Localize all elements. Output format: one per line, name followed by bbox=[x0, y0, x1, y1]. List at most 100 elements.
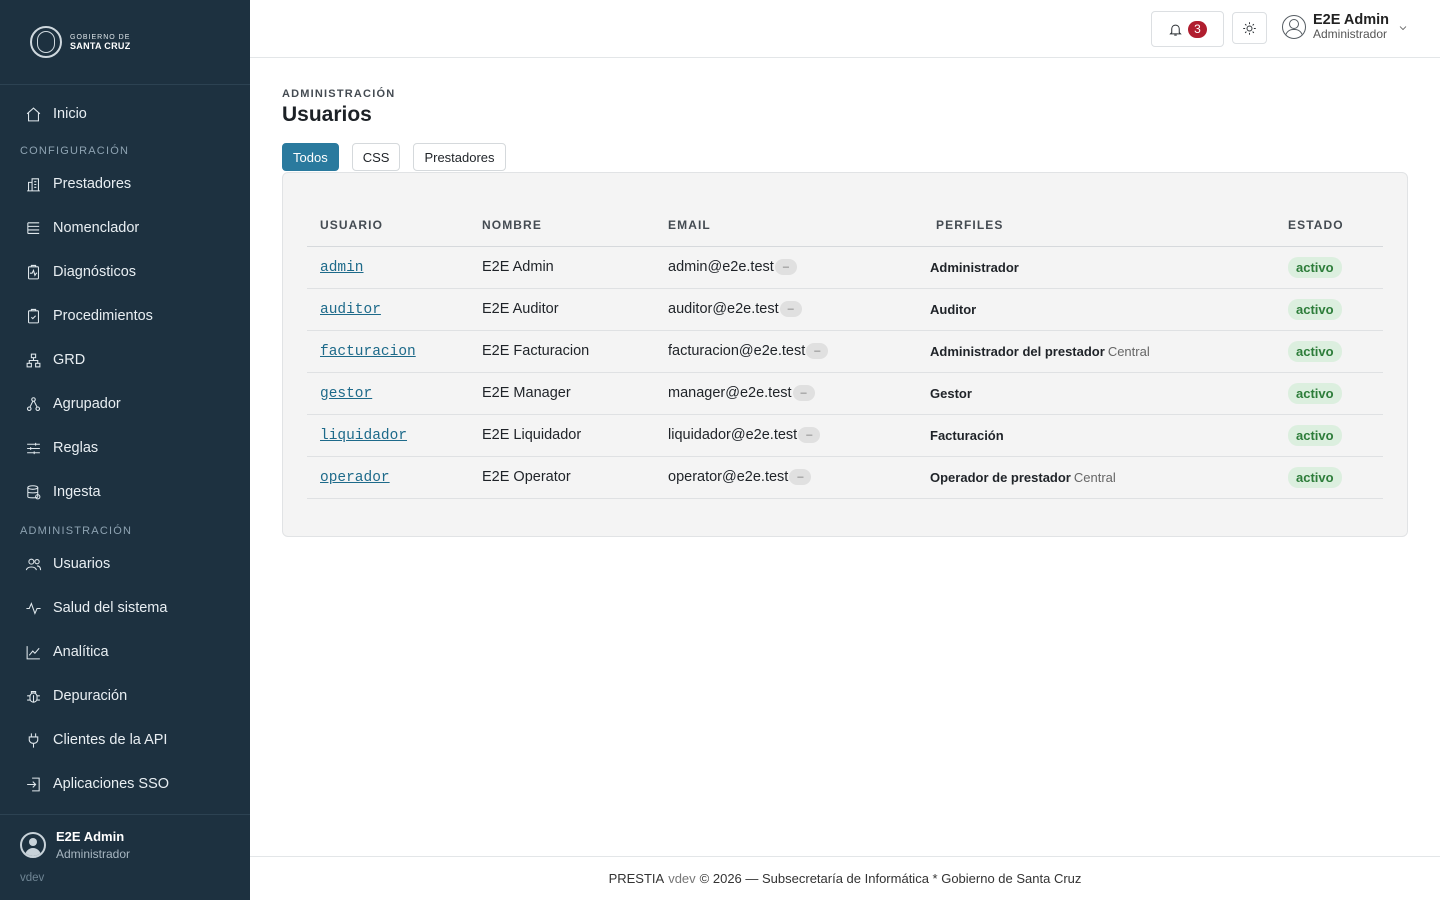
clipboard-check-icon bbox=[24, 307, 42, 325]
sidebar-item-analitica[interactable]: Analítica bbox=[0, 630, 250, 674]
status-badge: activo bbox=[1288, 466, 1342, 488]
sidebar-item-label: Inicio bbox=[53, 106, 87, 122]
seal-icon bbox=[30, 26, 62, 58]
email-badge: – bbox=[774, 259, 797, 276]
col-estado: ESTADO bbox=[1275, 205, 1383, 247]
sidebar-item-clientes-api[interactable]: Clientes de la API bbox=[0, 718, 250, 762]
sidebar-item-prestadores[interactable]: Prestadores bbox=[0, 162, 250, 206]
footer: PRESTIA vdev © 2026 — Subsecretaría de I… bbox=[250, 856, 1440, 900]
sidebar-item-reglas[interactable]: Reglas bbox=[0, 426, 250, 470]
sidebar-item-procedimientos[interactable]: Procedimientos bbox=[0, 294, 250, 338]
filter-prestadores[interactable]: Prestadores bbox=[413, 143, 506, 171]
users-icon bbox=[24, 555, 42, 573]
sidebar-item-label: Reglas bbox=[53, 440, 99, 456]
user-email: admin@e2e.test bbox=[668, 258, 774, 275]
sidebar-item-label: Usuarios bbox=[53, 556, 111, 572]
col-email: EMAIL bbox=[655, 205, 923, 247]
email-badge: – bbox=[789, 469, 812, 486]
sidebar-item-label: Aplicaciones SSO bbox=[53, 776, 170, 792]
user-link[interactable]: operador bbox=[320, 470, 390, 486]
building-icon bbox=[24, 175, 42, 193]
avatar bbox=[1282, 15, 1306, 39]
line-chart-icon bbox=[24, 643, 42, 661]
sidebar-item-label: Depuración bbox=[53, 688, 128, 704]
chevron-down-icon bbox=[1397, 21, 1409, 33]
sidebar-item-label: Clientes de la API bbox=[53, 732, 168, 748]
sidebar-item-depuracion[interactable]: Depuración bbox=[0, 674, 250, 718]
sidebar-item-grd[interactable]: GRD bbox=[0, 338, 250, 382]
status-badge: activo bbox=[1288, 340, 1342, 362]
status-badge: activo bbox=[1288, 424, 1342, 446]
table-row: liquidador E2E Liquidador liquidador@e2e… bbox=[307, 414, 1383, 457]
sidebar-item-label: Diagnósticos bbox=[53, 264, 137, 280]
user-name: E2E Liquidador bbox=[469, 414, 655, 457]
notifications-button[interactable]: 3 bbox=[1151, 11, 1224, 47]
profile-name: Administrador bbox=[930, 259, 1019, 275]
bell-icon bbox=[1169, 24, 1182, 36]
filter-css[interactable]: CSS bbox=[351, 143, 401, 171]
bug-icon bbox=[24, 687, 42, 705]
topbar: 3 E2E Admin Administrador bbox=[250, 0, 1440, 58]
user-link[interactable]: auditor bbox=[320, 302, 381, 318]
user-email: auditor@e2e.test bbox=[668, 300, 779, 317]
user-email: manager@e2e.test bbox=[668, 384, 792, 401]
filter-todos[interactable]: Todos bbox=[282, 143, 339, 171]
header-user-name: E2E Admin bbox=[1313, 12, 1390, 28]
table-row: admin E2E Admin admin@e2e.test – Administ… bbox=[307, 246, 1383, 289]
sidebar-item-label: Procedimientos bbox=[53, 308, 153, 324]
sidebar-item-label: Salud del sistema bbox=[53, 600, 168, 616]
table-row: auditor E2E Auditor auditor@e2e.test – Au… bbox=[307, 288, 1383, 331]
profile-name: Auditor bbox=[930, 301, 977, 317]
user-email: liquidador@e2e.test bbox=[668, 426, 798, 443]
profile-scope: Central bbox=[1107, 343, 1150, 359]
activity-icon bbox=[24, 599, 42, 617]
sidebar-item-diagnosticos[interactable]: Diagnósticos bbox=[0, 250, 250, 294]
theme-toggle-button[interactable] bbox=[1232, 12, 1267, 44]
users-card: USUARIO NOMBRE EMAIL PERFILES ESTADO adm… bbox=[282, 172, 1408, 537]
sidebar-item-salud[interactable]: Salud del sistema bbox=[0, 586, 250, 630]
sidebar-item-label: GRD bbox=[53, 352, 86, 368]
col-nombre: NOMBRE bbox=[469, 205, 655, 247]
sidebar-item-nomenclador[interactable]: Nomenclador bbox=[0, 206, 250, 250]
sidebar-item-ingesta[interactable]: Ingesta bbox=[0, 470, 250, 514]
user-link[interactable]: gestor bbox=[320, 386, 372, 402]
sidebar-item-label: Analítica bbox=[53, 644, 109, 660]
sidebar-user-name: E2E Admin bbox=[56, 829, 125, 844]
status-badge: activo bbox=[1288, 382, 1342, 404]
main-content: ADMINISTRACIÓN Usuarios Todos CSS Presta… bbox=[282, 58, 1408, 537]
sliders-icon bbox=[24, 439, 42, 457]
user-email: facturacion@e2e.test bbox=[668, 342, 806, 359]
col-perfiles: PERFILES bbox=[923, 205, 1275, 247]
user-link[interactable]: admin bbox=[320, 260, 364, 276]
sidebar-item-label: Ingesta bbox=[53, 484, 101, 500]
sidebar-item-label: Agrupador bbox=[53, 396, 121, 412]
profile-name: Gestor bbox=[930, 385, 972, 401]
status-badge: activo bbox=[1288, 298, 1342, 320]
database-icon bbox=[24, 483, 42, 501]
table-row: gestor E2E Manager manager@e2e.test – Ges… bbox=[307, 372, 1383, 415]
sidebar-item-label: Prestadores bbox=[53, 176, 132, 192]
brand-line2: SANTA CRUZ bbox=[70, 41, 131, 51]
user-link[interactable]: facturacion bbox=[320, 344, 416, 360]
avatar bbox=[20, 832, 46, 858]
sidebar-user[interactable]: E2E Admin Administrador bbox=[0, 814, 250, 861]
sidebar-item-sso[interactable]: Aplicaciones SSO bbox=[0, 762, 250, 806]
user-name: E2E Facturacion bbox=[469, 330, 655, 373]
footer-text: © 2026 — Subsecretaría de Informática * … bbox=[699, 871, 1082, 886]
user-email: operator@e2e.test bbox=[668, 468, 789, 485]
login-icon bbox=[24, 775, 42, 793]
hierarchy-icon bbox=[24, 351, 42, 369]
sidebar-item-label: Nomenclador bbox=[53, 220, 140, 236]
sidebar-item-agrupador[interactable]: Agrupador bbox=[0, 382, 250, 426]
email-badge: – bbox=[806, 343, 829, 360]
sidebar-item-inicio[interactable]: Inicio bbox=[0, 92, 250, 136]
profile-name: Operador de prestador bbox=[930, 469, 1071, 485]
table-header-row: USUARIO NOMBRE EMAIL PERFILES ESTADO bbox=[307, 205, 1383, 247]
email-badge: – bbox=[798, 427, 821, 444]
sidebar-item-usuarios[interactable]: Usuarios bbox=[0, 542, 250, 586]
home-icon bbox=[24, 105, 42, 123]
user-menu[interactable]: E2E Admin Administrador bbox=[1282, 13, 1409, 41]
brand-logo[interactable]: GOBIERNO DE SANTA CRUZ bbox=[0, 0, 250, 85]
user-link[interactable]: liquidador bbox=[320, 428, 407, 444]
notifications-count: 3 bbox=[1188, 20, 1207, 38]
